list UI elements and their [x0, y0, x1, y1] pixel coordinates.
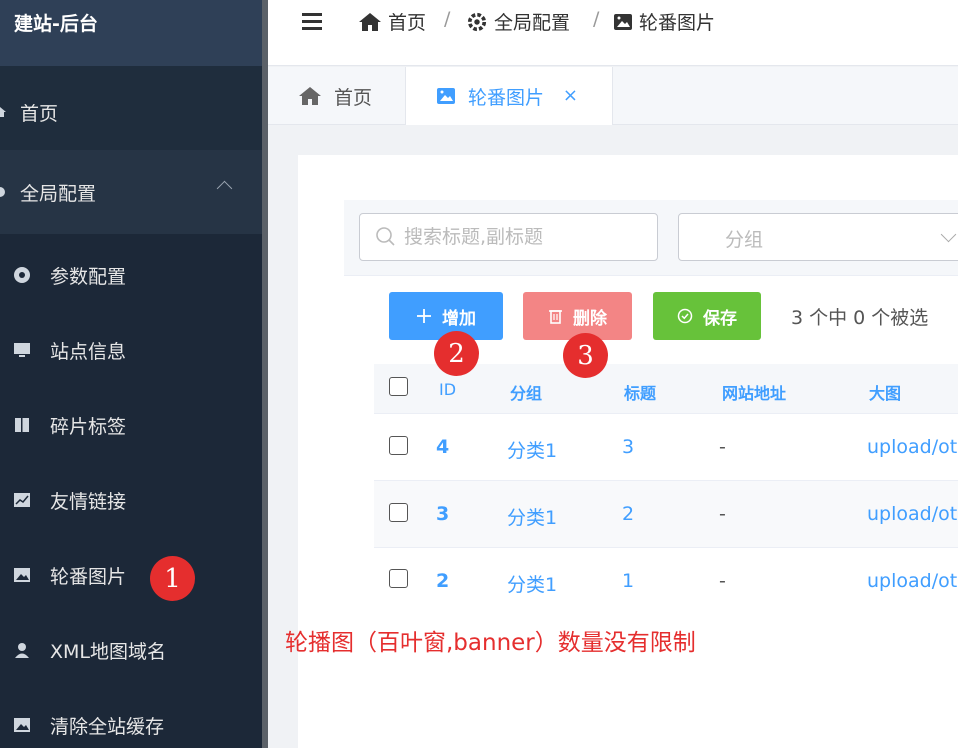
breadcrumb-carousel: 轮番图片 — [613, 8, 715, 35]
sidebar-item-label: 首页 — [20, 102, 59, 125]
user-icon — [15, 643, 29, 658]
sidebar-item-label: 清除全站缓存 — [50, 716, 165, 738]
annotation-badge-1: 1 — [150, 556, 195, 601]
tab-carousel[interactable]: 轮番图片 × — [406, 67, 613, 125]
cell-id[interactable]: 3 — [436, 503, 449, 525]
add-button-label: 增加 — [442, 308, 476, 328]
save-button-label: 保存 — [703, 308, 737, 328]
home-icon — [359, 12, 381, 31]
image-icon — [14, 568, 30, 582]
menu-toggle-icon[interactable] — [302, 13, 322, 31]
tab-bar: 首页 轮番图片 × — [268, 67, 958, 125]
cell-group: 分类1 — [507, 440, 558, 462]
group-select[interactable]: 分组 — [678, 213, 958, 261]
sidebar-item-label: 参数配置 — [50, 266, 127, 288]
breadcrumb-separator: / — [593, 8, 600, 30]
sidebar-item-label: 轮番图片 — [50, 566, 127, 588]
cell-title: 2 — [622, 503, 635, 525]
close-icon[interactable]: × — [563, 85, 578, 106]
image-icon — [437, 88, 455, 104]
image-icon — [14, 718, 30, 732]
cell-group: 分类1 — [507, 507, 558, 529]
delete-button[interactable]: 删除 — [523, 292, 632, 340]
monitor-icon — [14, 343, 30, 357]
sidebar-item-label: XML地图域名 — [50, 641, 166, 663]
sidebar-item-xml-sitemap[interactable]: XML地图域名 — [0, 613, 262, 688]
sidebar-item-label: 碎片标签 — [50, 416, 127, 438]
column-header-image[interactable]: 大图 — [869, 380, 901, 404]
plus-icon — [417, 309, 431, 323]
cell-image[interactable]: upload/oth — [867, 503, 958, 525]
gear-icon — [14, 267, 30, 283]
cell-image[interactable]: upload/oth — [867, 570, 958, 592]
sidebar-item-friend-links[interactable]: 友情链接 — [0, 463, 262, 538]
annotation-note: 轮播图（百叶窗,banner）数量没有限制 — [285, 630, 696, 656]
selection-count: 3 个中 0 个被选 — [791, 307, 929, 329]
select-all-checkbox[interactable] — [389, 377, 408, 396]
cell-id[interactable]: 2 — [436, 570, 449, 592]
breadcrumb-label: 轮番图片 — [639, 12, 716, 34]
chart-icon — [14, 493, 30, 507]
breadcrumb-home[interactable]: 首页 — [358, 8, 426, 35]
cell-title: 3 — [622, 436, 635, 458]
brand-title: 建站-后台 — [0, 0, 262, 66]
cell-url: - — [719, 503, 726, 525]
search-input[interactable] — [359, 213, 658, 261]
search-icon — [376, 227, 395, 246]
cell-id[interactable]: 4 — [436, 436, 449, 458]
column-header-title[interactable]: 标题 — [624, 380, 656, 404]
sidebar-item-site-info[interactable]: 站点信息 — [0, 313, 262, 388]
home-icon — [299, 87, 321, 105]
sidebar-item-global-config[interactable]: 全局配置 — [0, 150, 262, 234]
breadcrumb-separator: / — [444, 8, 451, 30]
cell-url: - — [719, 570, 726, 592]
cell-image[interactable]: upload/oth — [867, 436, 958, 458]
cell-group: 分类1 — [507, 574, 558, 596]
sidebar-item-carousel[interactable]: 轮番图片 — [0, 538, 262, 613]
row-checkbox[interactable] — [389, 503, 408, 522]
cell-url: - — [719, 436, 726, 458]
check-circle-icon — [677, 308, 693, 324]
sidebar-item-home[interactable]: 首页 — [0, 70, 262, 154]
chevron-up-icon — [216, 180, 233, 197]
sidebar-item-fragment-tags[interactable]: 碎片标签 — [0, 388, 262, 463]
save-button[interactable]: 保存 — [653, 292, 761, 340]
gear-icon — [0, 187, 5, 197]
sidebar-item-label: 友情链接 — [50, 491, 127, 513]
column-header-group[interactable]: 分组 — [510, 380, 542, 404]
delete-button-label: 删除 — [573, 308, 607, 328]
annotation-badge-2: 2 — [434, 331, 479, 376]
tab-label: 首页 — [334, 86, 373, 109]
sidebar-item-label: 全局配置 — [20, 182, 97, 205]
tab-label: 轮番图片 — [468, 86, 545, 109]
home-icon — [0, 107, 6, 117]
cell-title: 1 — [622, 570, 635, 592]
column-header-url[interactable]: 网站地址 — [722, 380, 786, 404]
sidebar-item-label: 站点信息 — [50, 341, 127, 363]
sidebar: 建站-后台 首页 全局配置 参数配置 站点信息 碎片标签 友情链接 轮番图片 X… — [0, 0, 262, 748]
top-header: 首页 / 全局配置 / 轮番图片 — [268, 0, 958, 66]
sidebar-item-clear-cache[interactable]: 清除全站缓存 — [0, 688, 262, 748]
column-header-id[interactable]: ID — [439, 380, 456, 399]
row-checkbox[interactable] — [389, 569, 408, 588]
trash-icon — [549, 310, 562, 324]
annotation-badge-3: 3 — [563, 333, 608, 378]
row-checkbox[interactable] — [389, 436, 408, 455]
gear-icon — [467, 12, 487, 31]
breadcrumb-global-config[interactable]: 全局配置 — [466, 8, 570, 35]
breadcrumb-label: 首页 — [388, 12, 427, 34]
tab-home[interactable]: 首页 — [268, 67, 406, 125]
image-icon — [614, 13, 632, 30]
breadcrumb-label: 全局配置 — [494, 12, 571, 34]
book-icon — [15, 418, 29, 432]
sidebar-item-params[interactable]: 参数配置 — [0, 238, 262, 313]
